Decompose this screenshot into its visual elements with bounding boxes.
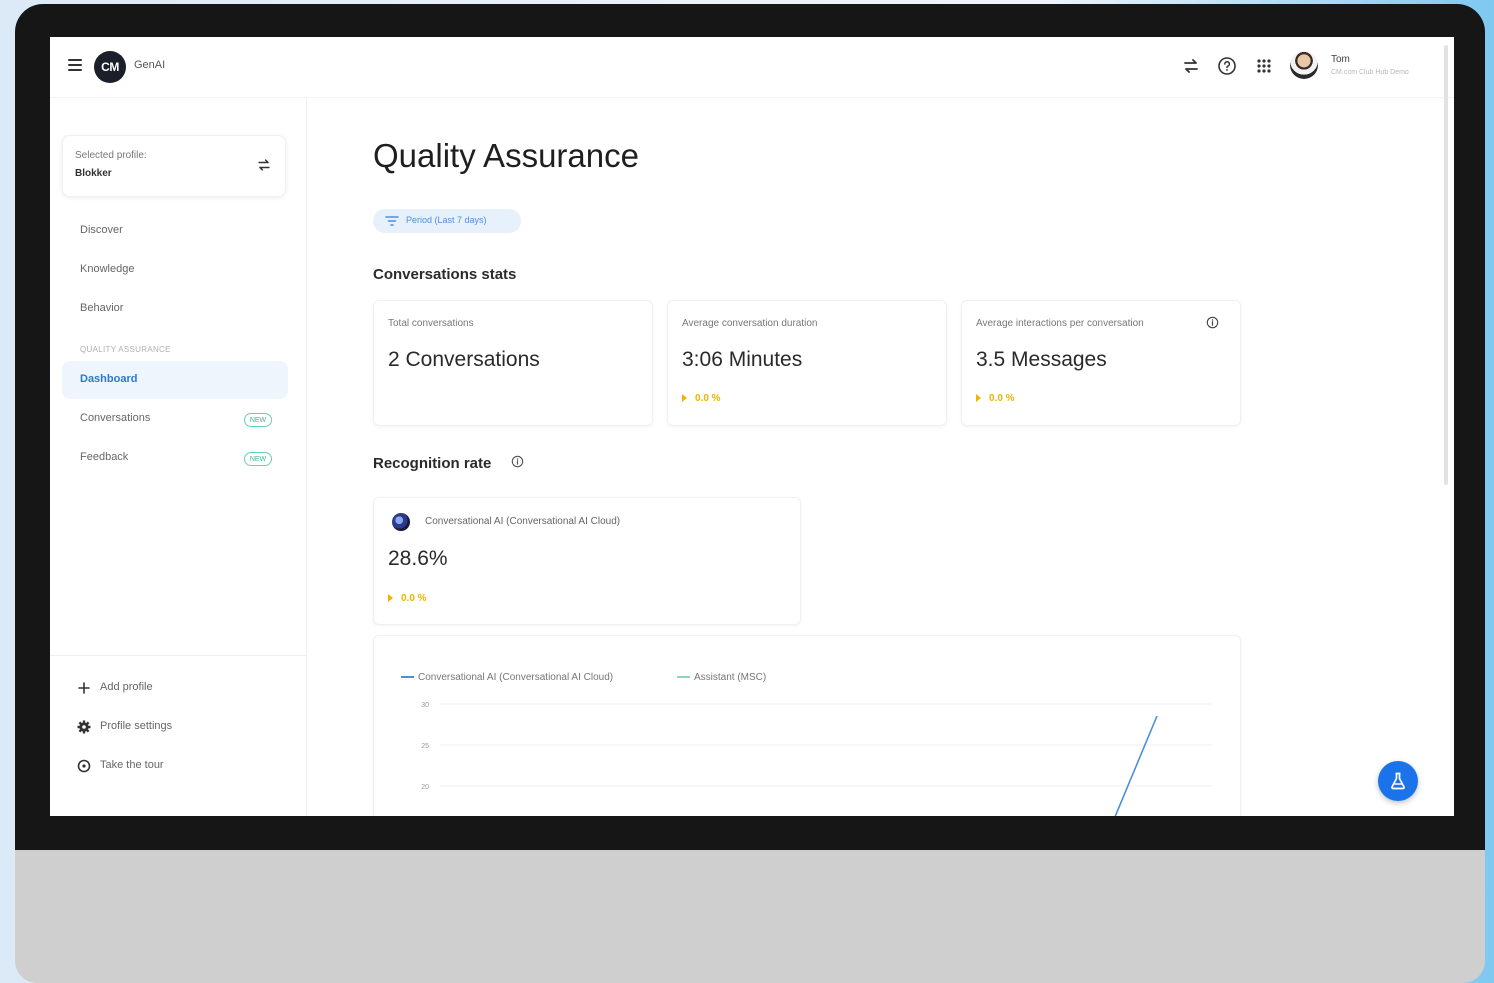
sidebar-item-knowledge[interactable]: Knowledge <box>80 263 134 275</box>
recognition-chart-card: Conversational AI (Conversational AI Clo… <box>373 635 1241 816</box>
plus-icon <box>78 682 90 694</box>
user-avatar[interactable] <box>1290 51 1318 79</box>
sidebar-item-dashboard[interactable]: Dashboard <box>62 361 288 399</box>
app-screen: CM GenAI Tom CM.com Club Hub Demo Select… <box>50 37 1454 816</box>
filter-icon <box>385 216 399 226</box>
series-line-conversational-ai <box>1114 715 1158 816</box>
trend-arrow-icon <box>388 594 393 603</box>
stat-label: Total conversations <box>388 318 474 329</box>
line-chart: 30252015 <box>421 702 1212 816</box>
switch-icon[interactable] <box>1180 55 1202 77</box>
menu-icon[interactable] <box>68 59 82 71</box>
lab-assistant-button[interactable] <box>1378 761 1418 801</box>
new-badge: NEW <box>244 413 272 427</box>
profile-value: Blokker <box>75 168 112 179</box>
bot-avatar-icon <box>392 513 410 531</box>
stat-trend: 0.0 % <box>976 393 1015 404</box>
sidebar-item-behavior[interactable]: Behavior <box>80 302 123 314</box>
profile-settings-label: Profile settings <box>100 720 173 732</box>
recognition-label: Conversational AI (Conversational AI Clo… <box>425 516 621 527</box>
period-filter-label: Period (Last 7 days) <box>406 215 487 225</box>
add-profile-label: Add profile <box>100 681 153 693</box>
stat-card-average-interactions: Average interactions per conversation 3.… <box>961 300 1241 426</box>
y-tick-label: 20 <box>421 784 429 791</box>
flask-icon <box>1391 772 1405 790</box>
recognition-value: 28.6% <box>388 547 448 570</box>
stat-trend: 0.0 % <box>682 393 721 404</box>
help-icon[interactable] <box>1216 55 1238 77</box>
trend-arrow-icon <box>976 394 981 403</box>
period-filter-button[interactable]: Period (Last 7 days) <box>373 209 521 233</box>
recognition-trend: 0.0 % <box>388 593 427 604</box>
take-tour-label: Take the tour <box>100 759 164 771</box>
user-name[interactable]: Tom <box>1331 54 1350 65</box>
stat-trend-value: 0.0 % <box>989 393 1015 404</box>
new-badge: NEW <box>244 452 272 466</box>
cm-logo[interactable]: CM <box>94 51 126 83</box>
sidebar-section-quality-assurance: QUALITY ASSURANCE <box>80 345 171 354</box>
stat-value: 3:06 Minutes <box>682 348 803 371</box>
sidebar-item-discover[interactable]: Discover <box>80 224 123 236</box>
sidebar-item-label: Dashboard <box>80 373 138 385</box>
sidebar-divider <box>50 655 306 656</box>
apps-grid-icon[interactable] <box>1253 55 1275 77</box>
profile-selector[interactable]: Selected profile: Blokker <box>62 135 286 197</box>
info-icon[interactable] <box>511 455 524 468</box>
tour-icon <box>77 759 91 773</box>
recognition-rate-card: Conversational AI (Conversational AI Clo… <box>373 497 801 625</box>
conversations-stats-heading: Conversations stats <box>373 266 517 283</box>
stat-trend-value: 0.0 % <box>695 393 721 404</box>
gear-icon <box>77 720 91 734</box>
app-name: GenAI <box>134 59 166 71</box>
sidebar-item-feedback[interactable]: Feedback <box>80 451 128 463</box>
recognition-rate-heading: Recognition rate <box>373 455 492 472</box>
user-organization: CM.com Club Hub Demo <box>1331 69 1409 76</box>
monitor-stand-chin <box>15 850 1485 983</box>
scrollbar[interactable] <box>1444 45 1448 485</box>
switch-profile-icon[interactable] <box>255 156 273 174</box>
stat-card-total-conversations: Total conversations 2 Conversations <box>373 300 653 426</box>
stat-label: Average interactions per conversation <box>976 318 1144 329</box>
profile-label: Selected profile: <box>75 150 147 161</box>
trend-arrow-icon <box>682 394 687 403</box>
stat-label: Average conversation duration <box>682 318 818 329</box>
stat-value: 2 Conversations <box>388 348 540 371</box>
stat-card-average-duration: Average conversation duration 3:06 Minut… <box>667 300 947 426</box>
stat-value: 3.5 Messages <box>976 348 1107 371</box>
info-icon[interactable] <box>1206 316 1219 329</box>
y-tick-label: 25 <box>421 743 429 750</box>
sidebar: Selected profile: Blokker Discover Knowl… <box>50 98 307 816</box>
recognition-trend-value: 0.0 % <box>401 593 427 604</box>
y-tick-label: 30 <box>421 702 429 709</box>
page-title: Quality Assurance <box>373 137 639 174</box>
sidebar-item-conversations[interactable]: Conversations <box>80 412 150 424</box>
top-bar: CM GenAI Tom CM.com Club Hub Demo <box>50 37 1454 98</box>
